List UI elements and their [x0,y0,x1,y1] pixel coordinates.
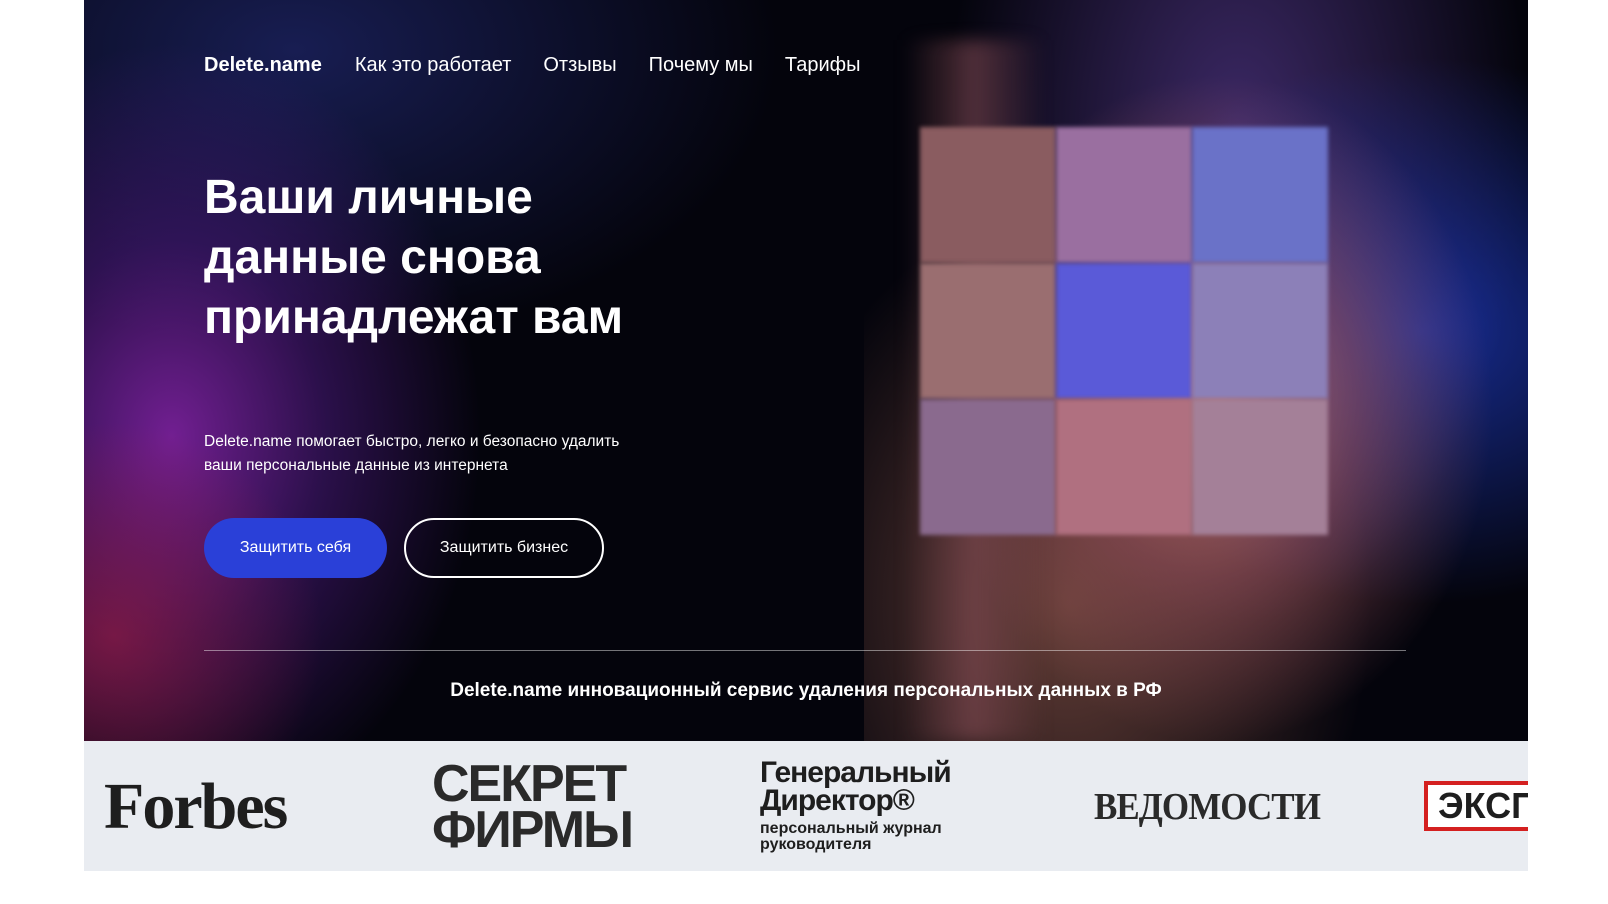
ekspert-logo: ЭКСП [1424,781,1528,831]
mosaic-tile [1192,399,1328,535]
generalny-direktor-logo: Генеральный Директор® [760,756,980,817]
mosaic-tile [920,127,1056,263]
generalny-direktor-tagline: персональный журнал руководителя [760,821,980,853]
mosaic-tile [920,263,1056,399]
mosaic-tile [1056,263,1192,399]
mosaic-tile [1192,263,1328,399]
vedomosti-logo: ВЕДОМОСТИ [1094,786,1321,828]
nav-link-reviews[interactable]: Отзывы [543,54,616,77]
nav-link-why-us[interactable]: Почему мы [649,54,753,77]
sekret-firmy-logo-line2: ФИРМЫ [432,801,634,859]
mosaic-tile [1056,399,1192,535]
protect-business-button[interactable]: Защитить бизнес [404,518,604,578]
press-logos-strip: Forbes СЕКРЕТ ФИРМЫ Генеральный Директор… [84,741,1528,871]
site-logo[interactable]: Delete.name [204,54,322,77]
nav-link-pricing[interactable]: Тарифы [785,54,861,77]
hero-tagline: Delete.name инновационный сервис удалени… [450,680,1162,701]
nav-link-how-it-works[interactable]: Как это работает [355,54,512,77]
pixelated-face-mosaic [920,127,1328,535]
hero-headline: Ваши личные данные снова принадлежат вам [204,171,624,344]
protect-yourself-button[interactable]: Защитить себя [204,518,387,578]
generalny-direktor-logo-line1: Генеральный [760,756,952,789]
generalny-direktor-tagline-line1: персональный журнал [760,820,942,837]
hero-divider [204,650,1406,651]
mosaic-tile [1192,127,1328,263]
top-navigation: Delete.name Как это работает Отзывы Поче… [204,54,892,77]
sekret-firmy-logo: СЕКРЕТ ФИРМЫ [432,758,634,859]
hero-subtitle: Delete.name помогает быстро, легко и без… [204,433,620,474]
hero-section: Delete.name Как это работает Отзывы Поче… [84,0,1528,741]
forbes-logo: Forbes [104,770,288,843]
mosaic-tile [920,399,1056,535]
generalny-direktor-logo-line2: Директор® [760,784,915,817]
mosaic-tile [1056,127,1192,263]
generalny-direktor-tagline-line2: руководителя [760,836,872,853]
